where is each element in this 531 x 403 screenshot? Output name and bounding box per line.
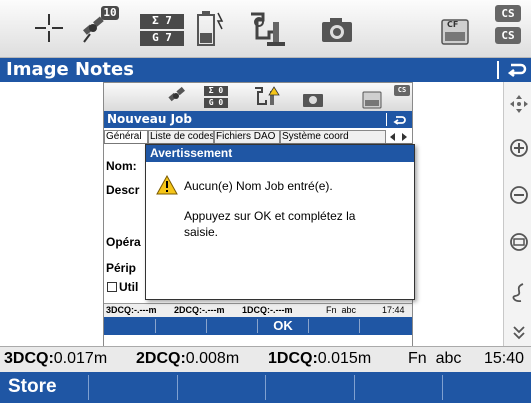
dcq3-label: 3DCQ:	[4, 350, 54, 367]
device-screen: { "top_toolbar": { "sat_count": "10", "s…	[0, 0, 531, 403]
store-button[interactable]: Store	[8, 376, 57, 398]
cs-card-bottom[interactable]: CS	[495, 27, 521, 44]
back-icon[interactable]	[507, 61, 527, 79]
inner-button-separator	[155, 319, 156, 333]
ok-button[interactable]: OK	[261, 318, 305, 333]
inner-toolbar: Σ 0 G 0 CS	[104, 83, 412, 111]
inner-title-separator	[386, 113, 387, 126]
sigma-top-indicator[interactable]: Σ 7	[140, 14, 184, 29]
inner-instrument-icon	[255, 86, 280, 105]
camera-icon[interactable]	[320, 16, 354, 44]
job-tabs: Général Liste de codes Fichiers DAO Syst…	[104, 129, 412, 144]
cs-card-top[interactable]: CS	[495, 5, 521, 22]
field-device-label: Périp	[106, 261, 137, 275]
inner-dcq2: 2DCQ:-.---m	[174, 305, 225, 315]
inner-time: 17:44	[382, 305, 405, 315]
app-title-bar: Image Notes	[0, 58, 531, 82]
inner-cf-icon	[362, 91, 382, 109]
field-description-label: Descr	[106, 183, 140, 197]
softkey-separator	[442, 375, 443, 400]
inner-back-icon	[393, 116, 406, 125]
crosshair-icon[interactable]	[33, 12, 65, 44]
dialog-message-line2: saisie.	[184, 225, 219, 239]
inner-dcq1: 1DCQ:-.---m	[242, 305, 293, 315]
tab-coord-system[interactable]: Système coord	[280, 130, 386, 143]
softkey-separator	[265, 375, 266, 400]
dcq2-value: 0.008m	[185, 350, 240, 367]
inner-button-separator	[257, 319, 258, 333]
tab-general[interactable]: Général	[104, 130, 148, 143]
inner-button-separator	[308, 319, 309, 333]
inner-sigma-top: Σ 0	[204, 86, 228, 96]
status-bar: 3DCQ:0.017m 2DCQ:0.008m 1DCQ:0.015m Fn a…	[0, 346, 531, 372]
tab-code-list[interactable]: Liste de codes	[148, 130, 214, 143]
fit-view-icon[interactable]	[509, 232, 529, 252]
job-title: Nouveau Job	[107, 112, 192, 126]
softkey-separator	[88, 375, 89, 400]
softkey-separator	[354, 375, 355, 400]
tab-scroll-left-icon[interactable]	[389, 132, 397, 142]
sigma-bottom-indicator[interactable]: G 7	[140, 31, 184, 46]
field-operator-label: Opéra	[106, 235, 141, 249]
pan-icon[interactable]	[509, 94, 529, 114]
inner-button-separator	[359, 319, 360, 333]
inner-satellite-icon	[168, 86, 185, 102]
dialog-title: Avertissement	[146, 145, 414, 162]
inner-dcq3: 3DCQ:-.---m	[106, 305, 157, 315]
dialog-message-line1: Appuyez sur OK et complétez la	[184, 209, 356, 223]
dcq1-value: 0.015m	[317, 350, 372, 367]
app-title: Image Notes	[6, 59, 134, 80]
zoom-out-icon[interactable]	[509, 185, 529, 205]
instrument-icon[interactable]	[245, 8, 291, 50]
dcq3-value: 0.017m	[53, 350, 108, 367]
scroll-down-icon[interactable]	[509, 325, 529, 341]
draw-pen-icon[interactable]	[509, 282, 529, 304]
inner-button-bar: OK	[104, 317, 412, 335]
right-toolbar	[503, 82, 531, 346]
inner-button-separator	[206, 319, 207, 333]
input-mode: Fn abc	[408, 350, 462, 367]
top-toolbar: 10 Σ 7 G 7 CF CS CS	[0, 0, 531, 58]
inner-cs-card: CS	[394, 85, 410, 96]
use-checkbox[interactable]	[107, 282, 117, 292]
dcq1-label: 1DCQ:	[268, 350, 318, 367]
tab-scroll-right-icon[interactable]	[400, 132, 408, 142]
inner-camera-icon	[303, 94, 323, 107]
dcq3-readout: 3DCQ:0.017m	[4, 350, 107, 368]
inner-title-bar: Nouveau Job	[104, 111, 412, 128]
inner-status-bar: 3DCQ:-.---m 2DCQ:-.---m 1DCQ:-.---m Fn a…	[104, 303, 412, 317]
dcq1-readout: 1DCQ:0.015m	[268, 350, 371, 368]
tab-dao-files[interactable]: Fichiers DAO	[214, 130, 280, 143]
cf-card-label: CF	[447, 20, 459, 29]
bottom-button-bar: Store	[0, 372, 531, 403]
dcq2-readout: 2DCQ:0.008m	[136, 350, 239, 368]
title-separator	[497, 61, 499, 79]
warning-dialog: Avertissement Aucun(e) Nom Job entré(e).…	[145, 144, 415, 300]
inner-sigma-bottom: G 0	[204, 98, 228, 108]
battery-icon[interactable]	[196, 9, 226, 49]
softkey-separator	[177, 375, 178, 400]
dcq2-label: 2DCQ:	[136, 350, 186, 367]
field-name-label: Nom:	[106, 159, 137, 173]
zoom-in-icon[interactable]	[509, 138, 529, 158]
clock-time: 15:40	[484, 350, 525, 367]
dialog-message-main: Aucun(e) Nom Job entré(e).	[184, 179, 333, 193]
inner-mode: Fn abc	[326, 305, 357, 315]
satellite-count-badge: 10	[101, 6, 119, 20]
warning-icon	[156, 175, 178, 195]
